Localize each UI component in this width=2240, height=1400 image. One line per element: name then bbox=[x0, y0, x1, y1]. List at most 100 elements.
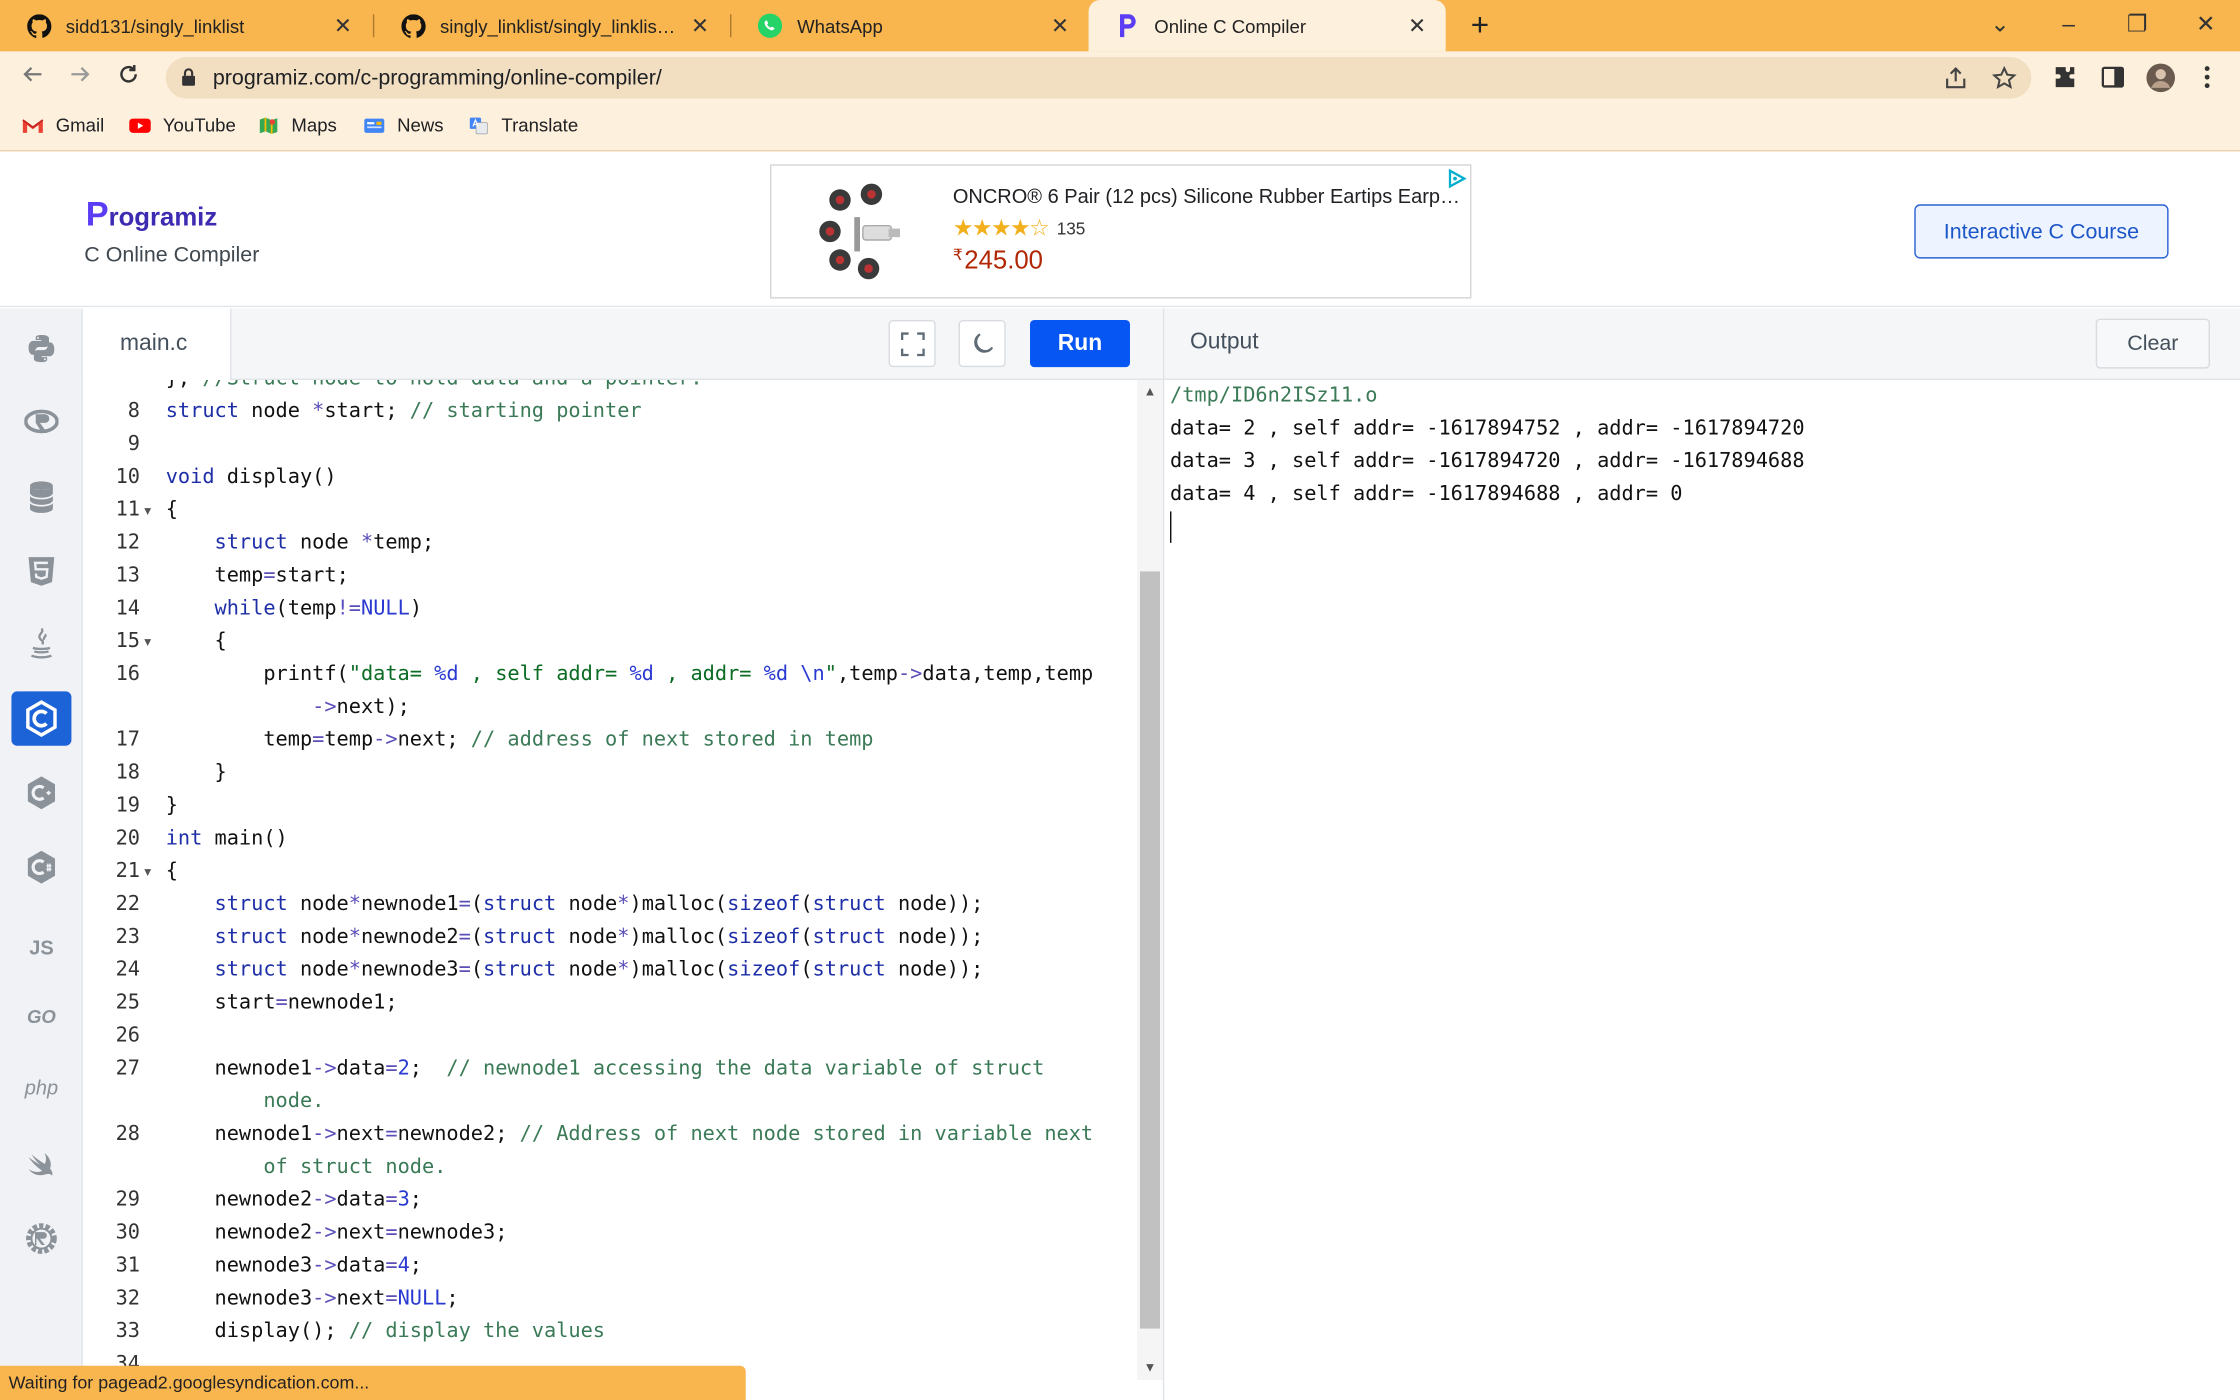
tab-singly-linklist-c[interactable]: singly_linklist/singly_linklist.c at m ✕ bbox=[374, 0, 728, 51]
bookmark-maps[interactable]: Maps bbox=[257, 114, 337, 136]
code-line[interactable]: 23 struct node*newnode2=(struct node*)ma… bbox=[83, 921, 1137, 954]
bookmark-star-icon[interactable] bbox=[1991, 65, 2017, 92]
line-number: 13 bbox=[115, 564, 140, 588]
fold-arrow-icon[interactable]: ▼ bbox=[144, 626, 151, 659]
swift-icon[interactable] bbox=[11, 1137, 71, 1191]
code-line[interactable]: 17 temp=temp->next; // address of next s… bbox=[83, 724, 1137, 757]
code-line[interactable]: 13 temp=start; bbox=[83, 560, 1137, 593]
bookmark-news[interactable]: News bbox=[363, 114, 444, 136]
code-line[interactable]: 12 struct node *temp; bbox=[83, 527, 1137, 560]
bookmark-label: Gmail bbox=[55, 114, 105, 136]
c-icon[interactable] bbox=[11, 691, 72, 746]
php-icon[interactable]: php bbox=[11, 1060, 71, 1114]
code-line[interactable]: 26 bbox=[83, 1020, 1137, 1053]
bookmark-youtube[interactable]: YouTube bbox=[129, 114, 236, 136]
js-icon[interactable]: JS bbox=[11, 920, 71, 974]
run-button[interactable]: Run bbox=[1029, 319, 1130, 368]
line-number: 27 bbox=[115, 1057, 140, 1080]
rust-icon[interactable] bbox=[11, 1211, 71, 1265]
close-icon[interactable]: ✕ bbox=[1049, 13, 1072, 38]
editor-scrollbar-thumb[interactable] bbox=[1139, 571, 1160, 1329]
clear-button[interactable]: Clear bbox=[2095, 318, 2210, 369]
code-line[interactable]: 11 ▼ { bbox=[83, 494, 1137, 527]
cpp-icon[interactable] bbox=[11, 766, 71, 820]
back-button[interactable] bbox=[16, 60, 50, 94]
code-line[interactable]: 24 struct node*newnode3=(struct node*)ma… bbox=[83, 954, 1137, 987]
window-close-button[interactable]: ✕ bbox=[2186, 6, 2226, 46]
code-line[interactable]: node. bbox=[83, 1086, 1137, 1119]
line-number: 23 bbox=[115, 925, 140, 949]
code-line[interactable]: 27 newnode1->data=2; // newnode1 accessi… bbox=[83, 1053, 1137, 1086]
site-header: Programiz C Online Compiler ONCRO® 6 Pai… bbox=[0, 152, 2240, 308]
fold-arrow-icon[interactable]: ▼ bbox=[144, 856, 151, 889]
code-line[interactable]: }; //Struct node to hold data and a poin… bbox=[83, 380, 1137, 396]
tab-singly-linklist[interactable]: sidd131/singly_linklist ✕ bbox=[0, 0, 371, 51]
code-line[interactable]: 22 struct node*newnode1=(struct node*)ma… bbox=[83, 889, 1137, 922]
bookmark-gmail[interactable]: Gmail bbox=[21, 114, 105, 136]
code-line[interactable]: 29 newnode2->data=3; bbox=[83, 1184, 1137, 1217]
address-bar[interactable]: programiz.com/c-programming/online-compi… bbox=[165, 57, 2032, 99]
code-line[interactable]: 32 newnode3->next=NULL; bbox=[83, 1283, 1137, 1316]
close-icon[interactable]: ✕ bbox=[331, 13, 354, 38]
rating-stars: ★★★★☆ bbox=[952, 217, 1050, 242]
code-text: struct node *temp; bbox=[214, 531, 435, 555]
code-line[interactable]: ->next); bbox=[83, 691, 1137, 724]
bookmark-label: News bbox=[397, 114, 444, 136]
fold-arrow-icon[interactable]: ▼ bbox=[144, 494, 151, 527]
code-line[interactable]: 18 } bbox=[83, 757, 1137, 790]
code-line[interactable]: 10 void display() bbox=[83, 461, 1137, 494]
output-console[interactable]: /tmp/ID6n2ISz11.o data= 2 , self addr= -… bbox=[1162, 379, 2240, 1400]
line-number: 25 bbox=[115, 991, 140, 1015]
extensions-icon[interactable] bbox=[2051, 64, 2077, 90]
ad-title[interactable]: ONCRO® 6 Pair (12 pcs) Silicone Rubber E… bbox=[953, 184, 1464, 207]
forward-button[interactable] bbox=[63, 60, 97, 94]
eartips-product-image bbox=[819, 183, 900, 280]
r-icon[interactable] bbox=[11, 396, 71, 450]
file-tab-main-c[interactable]: main.c bbox=[82, 308, 232, 380]
code-line[interactable]: 8 struct node *start; // starting pointer bbox=[83, 396, 1137, 429]
programiz-logo[interactable]: Programiz bbox=[86, 196, 217, 236]
advertisement[interactable]: ONCRO® 6 Pair (12 pcs) Silicone Rubber E… bbox=[769, 164, 1472, 299]
code-line[interactable]: 16 printf("data= %d , self addr= %d , ad… bbox=[83, 659, 1137, 692]
avatar[interactable] bbox=[2146, 63, 2176, 93]
side-panel-icon[interactable] bbox=[2100, 64, 2126, 90]
bookmark-translate[interactable]: Translate bbox=[467, 114, 578, 136]
reload-button[interactable] bbox=[111, 60, 145, 94]
code-line[interactable]: 19} bbox=[83, 790, 1137, 823]
go-icon[interactable]: GO bbox=[11, 989, 71, 1043]
code-line[interactable]: 33 display(); // display the values bbox=[83, 1316, 1137, 1349]
close-icon[interactable]: ✕ bbox=[689, 13, 712, 38]
line-number: 18 bbox=[115, 761, 140, 785]
more-menu-icon[interactable] bbox=[2196, 64, 2219, 90]
scroll-down-arrow-icon[interactable]: ▼ bbox=[1140, 1360, 1160, 1374]
code-line[interactable]: 21 ▼ { bbox=[83, 856, 1137, 889]
minimize-button[interactable]: – bbox=[2049, 6, 2089, 46]
sql-icon[interactable] bbox=[11, 470, 71, 524]
code-line[interactable]: 31 newnode3->data=4; bbox=[83, 1250, 1137, 1283]
code-line[interactable]: 20 int main() bbox=[83, 823, 1137, 856]
new-tab-button[interactable]: + bbox=[1463, 8, 1497, 43]
code-line[interactable]: 9 bbox=[83, 429, 1137, 462]
interactive-c-course-button[interactable]: Interactive C Course bbox=[1914, 204, 2169, 259]
code-line[interactable]: 25 start=newnode1; bbox=[83, 987, 1137, 1020]
adchoices-icon[interactable] bbox=[1447, 168, 1467, 189]
fullscreen-button[interactable] bbox=[888, 319, 936, 368]
code-editor[interactable]: }; //Struct node to hold data and a poin… bbox=[82, 379, 1138, 1400]
html-icon[interactable] bbox=[11, 544, 71, 598]
tab-online-c-compiler[interactable]: Online C Compiler ✕ bbox=[1088, 0, 1446, 52]
tab-search-icon[interactable]: ⌄ bbox=[1980, 6, 2020, 46]
java-icon[interactable] bbox=[11, 617, 71, 671]
code-line[interactable]: 14 while(temp!=NULL) bbox=[83, 593, 1137, 626]
code-line[interactable]: 15 ▼ { bbox=[83, 626, 1137, 659]
scroll-up-arrow-icon[interactable]: ▲ bbox=[1140, 384, 1160, 398]
python-icon[interactable] bbox=[11, 321, 71, 375]
csharp-icon[interactable] bbox=[11, 840, 71, 894]
dark-mode-toggle[interactable] bbox=[958, 319, 1006, 368]
code-line[interactable]: of struct node. bbox=[83, 1151, 1137, 1184]
code-line[interactable]: 30 newnode2->next=newnode3; bbox=[83, 1217, 1137, 1250]
share-icon[interactable] bbox=[1943, 66, 1969, 92]
restore-button[interactable]: ❐ bbox=[2117, 6, 2157, 46]
code-line[interactable]: 28 newnode1->next=newnode2; // Address o… bbox=[83, 1119, 1137, 1152]
tab-whatsapp[interactable]: WhatsApp ✕ bbox=[731, 0, 1088, 51]
close-icon[interactable]: ✕ bbox=[1406, 13, 1429, 38]
